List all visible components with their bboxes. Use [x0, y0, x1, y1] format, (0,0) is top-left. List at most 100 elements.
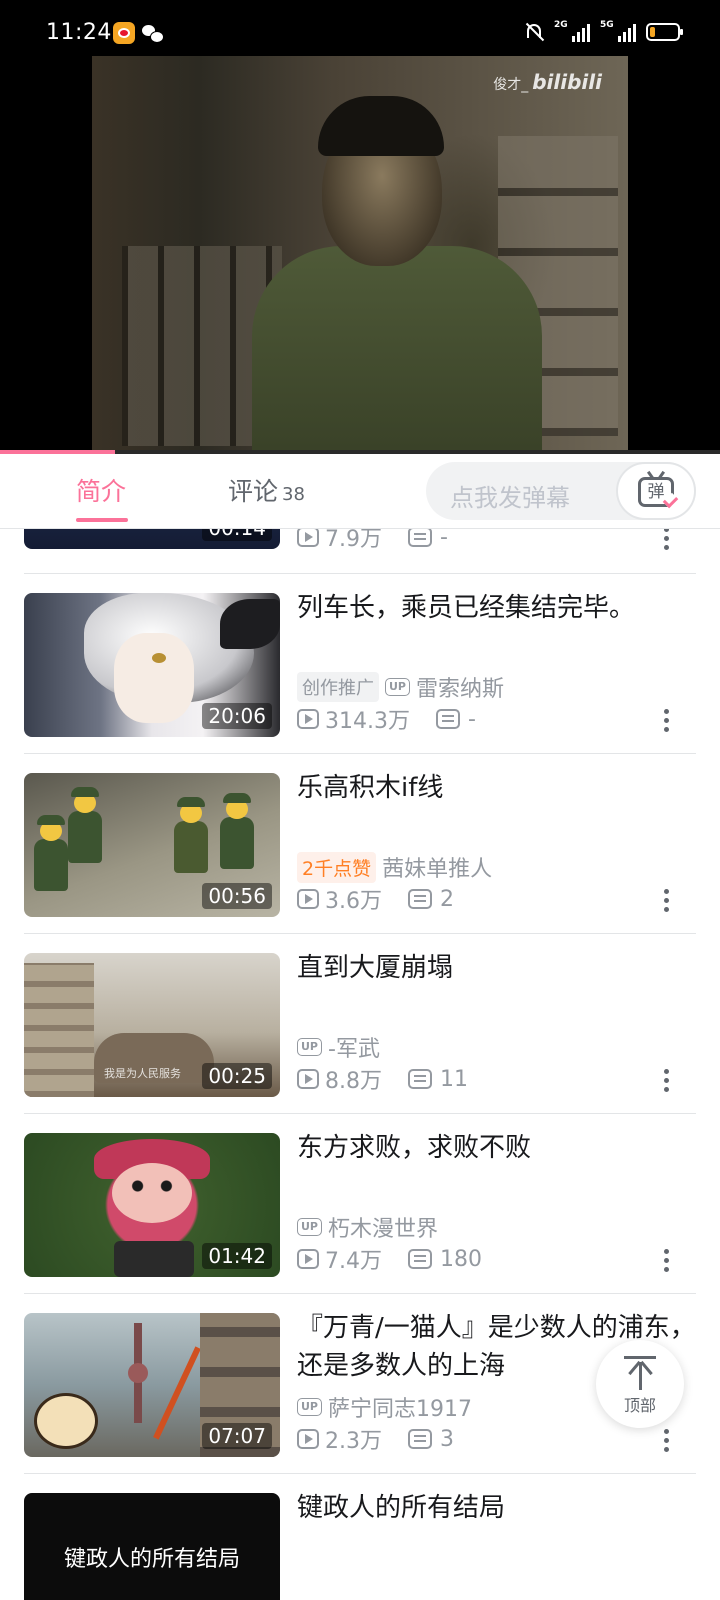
- play-count-icon: [297, 1429, 319, 1449]
- video-stats: 8.8万 11: [297, 1063, 468, 1095]
- view-count: 3.6万: [325, 889, 382, 914]
- bilibili-logo: bilibili: [532, 70, 602, 94]
- owner-name: 茜妹单推人: [382, 857, 493, 882]
- more-icon[interactable]: [664, 1069, 670, 1095]
- video-stats: 3.6万 2: [297, 883, 454, 915]
- related-video-list[interactable]: 00:14 7.9万 - 20:06 列车长，乘员已经集结完毕。 创作推广 UP…: [0, 529, 720, 1600]
- video-duration: 00:14: [202, 529, 272, 541]
- video-thumbnail[interactable]: 键政人的所有结局: [24, 1493, 280, 1600]
- play-count-icon: [297, 889, 319, 909]
- view-count: 7.9万: [325, 529, 382, 552]
- danmaku-count-icon: [435, 709, 460, 729]
- more-icon[interactable]: [664, 1249, 670, 1275]
- video-owner[interactable]: UP -军武: [297, 1031, 380, 1063]
- video-player[interactable]: 俊才_ bilibili: [0, 56, 720, 454]
- more-icon[interactable]: [664, 1429, 670, 1455]
- video-frame[interactable]: 俊才_ bilibili: [92, 56, 628, 450]
- owner-name: 雷索纳斯: [416, 677, 505, 702]
- up-badge: UP: [297, 1038, 322, 1056]
- view-count: 7.4万: [325, 1249, 382, 1274]
- wechat-icon: [141, 22, 164, 44]
- view-count: 314.3万: [325, 709, 410, 734]
- list-item[interactable]: 00:56 乐高积木if线 2千点赞 茜妹单推人 3.6万 2: [0, 737, 720, 921]
- danmaku-count-icon: [408, 889, 432, 909]
- network-label: 2G: [554, 20, 568, 30]
- view-count: 2.3万: [325, 1429, 382, 1454]
- danmaku-input[interactable]: 点我发弹幕: [450, 478, 570, 513]
- weibo-icon: [113, 22, 135, 44]
- battery-level: [650, 27, 656, 37]
- promo-badge: 创作推广: [297, 672, 379, 702]
- owner-name: -军武: [328, 1037, 380, 1062]
- video-title[interactable]: 乐高积木if线: [297, 769, 697, 807]
- video-thumbnail[interactable]: 01:42: [24, 1133, 280, 1277]
- video-title[interactable]: 键政人的所有结局: [297, 1489, 697, 1527]
- arrow-up-icon: [639, 1362, 642, 1390]
- danmaku-count-icon: [408, 529, 432, 547]
- detail-tab-bar: 简介 评论 38 点我发弹幕 弹: [0, 454, 720, 529]
- danmaku-count-icon: [408, 1249, 432, 1269]
- video-owner[interactable]: UP 萨宁同志1917: [297, 1391, 472, 1423]
- play-count-icon: [297, 1069, 319, 1089]
- video-watermark: 俊才_ bilibili: [493, 70, 602, 94]
- more-icon[interactable]: [664, 709, 670, 735]
- owner-name: 朽木漫世界: [328, 1217, 439, 1242]
- danmaku-count: 2: [440, 886, 454, 912]
- arrow-up-icon: [624, 1356, 656, 1359]
- back-to-top-button[interactable]: 顶部: [596, 1340, 684, 1428]
- video-thumbnail[interactable]: 20:06: [24, 593, 280, 737]
- video-thumbnail[interactable]: 07:07: [24, 1313, 280, 1457]
- video-duration: 07:07: [202, 1423, 272, 1449]
- video-title[interactable]: 直到大厦崩塌: [297, 949, 697, 987]
- list-item[interactable]: 00:14 7.9万 -: [0, 529, 720, 555]
- danmaku-count: -: [440, 529, 448, 550]
- tab-comments-label: 评论: [228, 477, 279, 506]
- danmaku-count: -: [467, 706, 476, 732]
- play-count-icon: [297, 529, 319, 547]
- video-duration: 01:42: [202, 1243, 272, 1269]
- tab-intro[interactable]: 简介: [76, 472, 126, 508]
- video-thumbnail[interactable]: 我是为人民服务 00:25: [24, 953, 280, 1097]
- more-icon[interactable]: [664, 889, 670, 915]
- danmaku-toggle-button[interactable]: 弹: [616, 462, 696, 520]
- tab-active-indicator: [76, 518, 128, 522]
- video-duration: 00:25: [202, 1063, 272, 1089]
- video-thumbnail[interactable]: 00:56: [24, 773, 280, 917]
- tab-comments[interactable]: 评论 38: [228, 472, 305, 508]
- video-duration: 00:56: [202, 883, 272, 909]
- list-item[interactable]: 我是为人民服务 00:25 直到大厦崩塌 UP -军武 8.8万 11: [0, 917, 720, 1101]
- signal-icon: 5G: [600, 20, 636, 42]
- up-badge: UP: [385, 678, 410, 696]
- list-item[interactable]: 01:42 东方求败，求败不败 UP 朽木漫世界 7.4万 180: [0, 1097, 720, 1281]
- video-owner[interactable]: 2千点赞 茜妹单推人: [297, 851, 492, 883]
- play-count-icon: [297, 709, 319, 729]
- status-bar: 11:24 2G 5G: [0, 0, 720, 56]
- list-item[interactable]: 20:06 列车长，乘员已经集结完毕。 创作推广 UP 雷索纳斯 314.3万 …: [0, 557, 720, 741]
- video-title[interactable]: 东方求败，求败不败: [297, 1129, 697, 1167]
- more-icon[interactable]: [664, 529, 670, 553]
- bell-off-icon: [524, 22, 544, 42]
- battery-icon: [646, 23, 683, 41]
- network-label: 5G: [600, 20, 614, 30]
- video-stats: 7.4万 180: [297, 1243, 482, 1275]
- view-count: 8.8万: [325, 1069, 382, 1094]
- video-title[interactable]: 列车长，乘员已经集结完毕。: [297, 589, 697, 627]
- signal-icon: 2G: [554, 20, 590, 42]
- owner-name: 萨宁同志1917: [328, 1397, 472, 1422]
- video-owner[interactable]: UP 朽木漫世界: [297, 1211, 438, 1243]
- video-stats: 314.3万 -: [297, 703, 476, 735]
- video-thumbnail[interactable]: 00:14: [24, 529, 280, 549]
- play-count-icon: [297, 1249, 319, 1269]
- danmaku-count: 180: [440, 1246, 482, 1272]
- video-stats: 7.9万 -: [297, 529, 448, 553]
- danmaku-count-icon: [408, 1069, 432, 1089]
- video-duration: 20:06: [202, 703, 272, 729]
- list-item[interactable]: 键政人的所有结局 键政人的所有结局: [0, 1457, 720, 1600]
- video-scene-figure: [318, 96, 444, 156]
- comment-count: 38: [282, 484, 305, 505]
- video-owner[interactable]: 创作推广 UP 雷索纳斯: [297, 671, 504, 703]
- video-stats: 2.3万 3: [297, 1423, 454, 1455]
- video-scene-figure: [252, 246, 542, 450]
- danmaku-input-box[interactable]: 点我发弹幕 弹: [426, 462, 696, 520]
- danmaku-count-icon: [408, 1429, 432, 1449]
